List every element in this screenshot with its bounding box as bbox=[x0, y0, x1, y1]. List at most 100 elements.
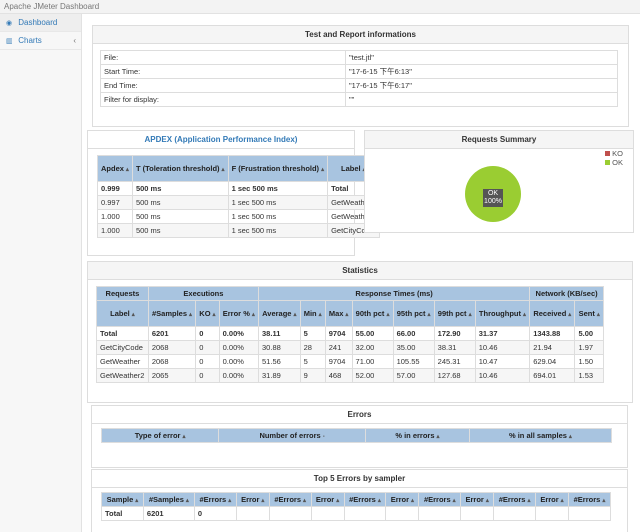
top5-header[interactable]: Error ▴ bbox=[535, 492, 569, 507]
sidebar-item-dashboard[interactable]: ◉ Dashboard bbox=[0, 14, 81, 32]
test-info-panel: Test and Report informations File: "test… bbox=[92, 25, 629, 127]
pie-slice-name: OK bbox=[487, 190, 499, 197]
legend-item-ko[interactable]: KO bbox=[605, 149, 623, 158]
table-cell: 1.97 bbox=[574, 340, 604, 355]
info-key: Filter for display: bbox=[100, 92, 346, 107]
table-cell: 127.68 bbox=[433, 368, 476, 383]
top5-header[interactable]: Sample ▴ bbox=[101, 492, 144, 507]
table-cell: 500 ms bbox=[131, 209, 229, 224]
top5-errors-title: Top 5 Errors by sampler bbox=[92, 470, 627, 488]
table-cell: 28 bbox=[299, 340, 326, 355]
stats-header[interactable]: Min ▴ bbox=[299, 300, 326, 327]
table-cell: 1.000 bbox=[97, 223, 133, 238]
stats-header[interactable]: 99th pct ▴ bbox=[433, 300, 476, 327]
stats-header[interactable]: KO ▴ bbox=[195, 300, 220, 327]
table-row: 0.997 500 ms 1 sec 500 ms GetWeather bbox=[97, 195, 380, 210]
table-cell: 629.04 bbox=[529, 354, 576, 369]
stats-header[interactable]: Label ▴ bbox=[96, 300, 149, 327]
top5-header[interactable]: #Errors ▴ bbox=[493, 492, 537, 507]
table-cell: 5 bbox=[299, 354, 326, 369]
top5-header[interactable]: #Errors ▴ bbox=[343, 492, 387, 507]
top5-header[interactable]: Error ▴ bbox=[460, 492, 495, 507]
table-cell: 66.00 bbox=[392, 326, 435, 341]
table-cell: 51.56 bbox=[258, 354, 301, 369]
errors-table: Type of error ▴ Number of errors - % in er… bbox=[100, 428, 613, 443]
top5-header[interactable]: #Errors ▴ bbox=[268, 492, 312, 507]
table-cell: 30.88 bbox=[258, 340, 301, 355]
test-info-title: Test and Report informations bbox=[93, 26, 628, 44]
table-cell: 500 ms bbox=[131, 223, 229, 238]
table-cell: Total bbox=[96, 326, 149, 341]
top5-header[interactable]: #Errors ▴ bbox=[567, 492, 612, 507]
table-row: End Time: "17-6-15 下午6:17" bbox=[100, 78, 618, 93]
top5-header[interactable]: #Samples ▴ bbox=[142, 492, 195, 507]
table-cell: GetWeather bbox=[96, 354, 149, 369]
top5-header[interactable]: Error ▴ bbox=[385, 492, 420, 507]
sidebar-item-charts[interactable]: ▥ Charts ‹ bbox=[0, 32, 81, 50]
table-row: Total 6201 0 0.00% 38.11 5 9704 55.00 66.00 172.9… bbox=[96, 326, 604, 341]
errors-header[interactable]: Type of error ▴ bbox=[100, 428, 220, 443]
group-header: Requests bbox=[96, 286, 149, 301]
errors-header[interactable]: % in errors ▴ bbox=[364, 428, 470, 443]
apdex-header[interactable]: T (Toleration threshold) ▴ bbox=[131, 155, 229, 182]
table-cell: 1.000 bbox=[97, 209, 133, 224]
table-cell bbox=[343, 506, 387, 521]
table-cell bbox=[535, 506, 569, 521]
top5-header[interactable]: #Errors ▴ bbox=[193, 492, 237, 507]
table-cell: 241 bbox=[324, 340, 353, 355]
table-cell bbox=[460, 506, 495, 521]
top5-errors-table: Sample ▴ #Samples ▴ #Errors ▴ Error ▴ #Errors ▴ Er… bbox=[101, 492, 612, 521]
sidebar-item-label: Dashboard bbox=[18, 18, 58, 27]
stats-header[interactable]: Sent ▴ bbox=[574, 300, 604, 327]
table-cell bbox=[418, 506, 462, 521]
errors-header[interactable]: Number of errors - bbox=[218, 428, 366, 443]
group-header: Executions bbox=[147, 286, 260, 301]
errors-header[interactable]: % in all samples ▴ bbox=[468, 428, 613, 443]
table-cell bbox=[385, 506, 420, 521]
chevron-left-icon: ‹ bbox=[73, 36, 76, 45]
stats-header[interactable]: 95th pct ▴ bbox=[392, 300, 435, 327]
table-cell: 31.37 bbox=[474, 326, 531, 341]
table-row: Start Time: "17-6-15 下午6:13" bbox=[100, 64, 618, 79]
pie-slice-label: OK 100% bbox=[483, 189, 503, 207]
legend-item-ok[interactable]: OK bbox=[605, 158, 623, 167]
table-cell bbox=[235, 506, 270, 521]
info-value: "" bbox=[345, 92, 618, 107]
chart-legend: KO OK bbox=[605, 149, 623, 167]
group-header: Network (KB/sec) bbox=[529, 286, 604, 301]
table-row: Filter for display: "" bbox=[100, 92, 618, 107]
apdex-header[interactable]: F (Frustration threshold) ▴ bbox=[227, 155, 329, 182]
top5-header[interactable]: #Errors ▴ bbox=[418, 492, 462, 507]
apdex-header[interactable]: Apdex ▴ bbox=[97, 155, 133, 182]
table-cell: 32.00 bbox=[351, 340, 394, 355]
table-cell: 10.46 bbox=[474, 368, 531, 383]
table-cell bbox=[310, 506, 345, 521]
top5-header[interactable]: Error ▴ bbox=[235, 492, 270, 507]
table-cell: 9704 bbox=[324, 326, 353, 341]
legend-swatch bbox=[605, 151, 611, 156]
stats-header[interactable]: Received ▴ bbox=[529, 300, 576, 327]
table-cell: 0 bbox=[195, 354, 220, 369]
stats-header[interactable]: 90th pct ▴ bbox=[351, 300, 394, 327]
table-row: Total 6201 0 bbox=[101, 506, 612, 521]
table-cell: 1343.88 bbox=[529, 326, 576, 341]
table-cell: 105.55 bbox=[392, 354, 435, 369]
stats-header[interactable]: Average ▴ bbox=[258, 300, 301, 327]
table-row: GetWeather2 2065 0 0.00% 31.89 9 468 52.00 57.00… bbox=[96, 368, 604, 383]
table-cell: 6201 bbox=[147, 326, 197, 341]
table-cell: 1.50 bbox=[574, 354, 604, 369]
stats-header[interactable]: Error % ▴ bbox=[218, 300, 260, 327]
table-cell: 0 bbox=[195, 368, 220, 383]
stats-header[interactable]: Max ▴ bbox=[324, 300, 353, 327]
table-cell bbox=[493, 506, 537, 521]
table-cell: 0.00% bbox=[218, 368, 260, 383]
stats-header[interactable]: #Samples ▴ bbox=[147, 300, 197, 327]
table-cell bbox=[567, 506, 612, 521]
main-content: Test and Report informations File: "test… bbox=[83, 14, 640, 532]
stats-header[interactable]: Throughput ▴ bbox=[474, 300, 531, 327]
top5-header[interactable]: Error ▴ bbox=[310, 492, 345, 507]
table-cell: 38.31 bbox=[433, 340, 476, 355]
table-cell: 10.46 bbox=[474, 340, 531, 355]
table-row: 0.999 500 ms 1 sec 500 ms Total bbox=[97, 181, 380, 196]
table-cell: 694.01 bbox=[529, 368, 576, 383]
